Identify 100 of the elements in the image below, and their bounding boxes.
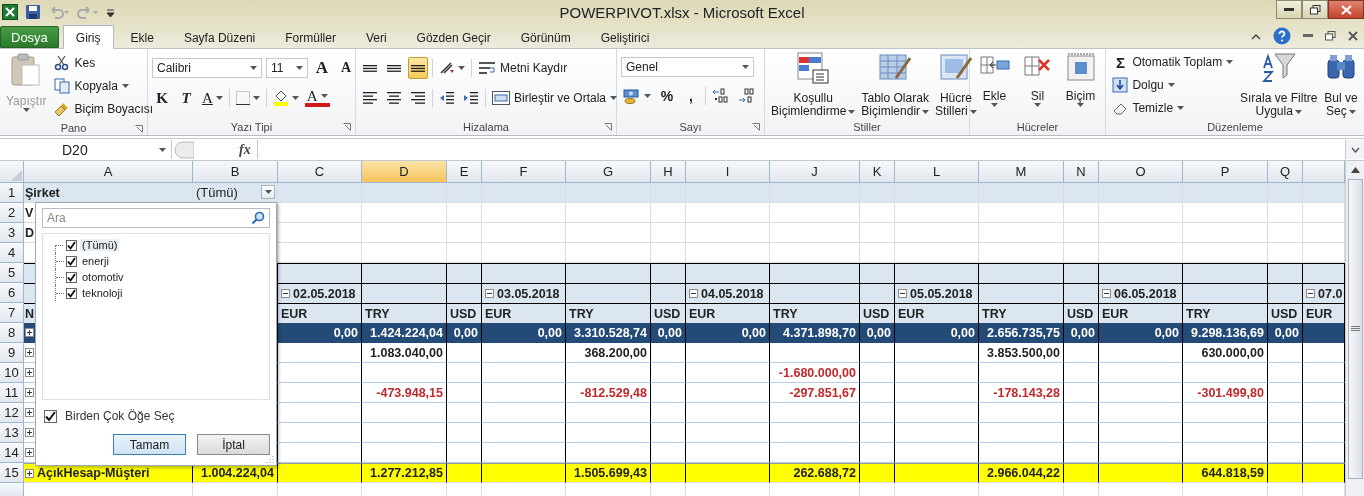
customize-toolbar-icon[interactable] <box>106 6 115 18</box>
row-header[interactable]: 5 <box>0 263 24 283</box>
dialog-launcher-icon[interactable] <box>135 125 143 133</box>
column-header[interactable]: A <box>24 161 193 183</box>
checkbox[interactable] <box>44 409 57 423</box>
column-header[interactable]: K <box>860 161 895 183</box>
format-as-table-button[interactable]: Tablo Olarak Biçimlendir <box>859 51 932 119</box>
collapse-icon[interactable] <box>1102 289 1111 298</box>
expand-icon[interactable] <box>25 408 34 417</box>
checkbox[interactable] <box>66 255 77 267</box>
sort-filter-button[interactable]: Sırala ve Filtre Uygula <box>1238 51 1320 119</box>
font-family-field[interactable]: Calibri <box>152 58 262 78</box>
scrollbar[interactable] <box>1345 161 1364 496</box>
file-tab[interactable]: Dosya <box>0 26 59 48</box>
ribbon-tab[interactable]: Gözden Geçir <box>403 26 504 48</box>
row-header[interactable]: 13 <box>0 423 24 443</box>
scroll-up-icon[interactable] <box>1350 167 1360 173</box>
row-header[interactable]: 1 <box>0 183 24 203</box>
column-header[interactable]: H <box>651 161 686 183</box>
excel-icon[interactable] <box>2 4 18 20</box>
vertical-align-button[interactable] <box>408 57 428 79</box>
list-item[interactable]: otomotiv <box>80 271 126 283</box>
row-header[interactable]: 2 <box>0 203 24 223</box>
clear-button[interactable]: Temizle <box>1110 97 1236 119</box>
shrink-font-button[interactable]: A <box>336 57 356 79</box>
column-header[interactable]: C <box>278 161 362 183</box>
resize-grip-icon[interactable] <box>266 455 274 463</box>
row-header[interactable]: 14 <box>0 443 24 463</box>
row-header[interactable]: 15 <box>0 463 24 483</box>
ribbon-tab[interactable]: Giriş <box>62 25 114 49</box>
list-item[interactable]: (Tümü) <box>80 239 120 251</box>
percent-button[interactable]: % <box>657 85 677 107</box>
grow-font-button[interactable]: A <box>312 57 332 79</box>
merge-center-button[interactable]: Birleştir ve Ortala <box>490 87 620 109</box>
save-icon[interactable] <box>25 4 41 20</box>
column-header[interactable]: P <box>1183 161 1268 183</box>
row-header[interactable]: 12 <box>0 403 24 423</box>
autosum-button[interactable]: Σ Otomatik Toplam <box>1110 51 1236 73</box>
ribbon-tab[interactable]: Formüller <box>272 26 349 48</box>
conditional-formatting-button[interactable]: Koşullu Biçimlendirme <box>769 51 858 119</box>
filter-dropdown-button[interactable] <box>261 185 275 199</box>
close-icon[interactable] <box>1348 31 1358 41</box>
checkbox[interactable] <box>66 287 77 299</box>
ribbon-tab[interactable]: Sayfa Düzeni <box>170 26 269 48</box>
ribbon-tab[interactable]: Veri <box>352 26 400 48</box>
column-header[interactable]: M <box>979 161 1064 183</box>
column-header[interactable]: N <box>1064 161 1099 183</box>
collapse-icon[interactable] <box>689 289 698 298</box>
row-header[interactable]: 10 <box>0 363 24 383</box>
expand-formula-button[interactable] <box>1345 140 1364 159</box>
font-color-button[interactable]: A <box>304 89 330 107</box>
expand-icon[interactable] <box>25 328 34 337</box>
number-format-field[interactable]: Genel <box>621 57 754 77</box>
checkbox[interactable] <box>66 271 77 283</box>
row-header[interactable]: 9 <box>0 343 24 363</box>
format-cells-button[interactable]: Biçim <box>1060 51 1101 108</box>
font-size-field[interactable]: 11 <box>266 58 308 78</box>
expand-icon[interactable] <box>25 368 34 377</box>
search-field[interactable]: Ara <box>42 208 270 228</box>
column-header[interactable]: F <box>482 161 566 183</box>
expand-icon[interactable] <box>25 468 34 478</box>
dialog-launcher-icon[interactable] <box>752 123 760 131</box>
minimize-icon[interactable] <box>1303 34 1313 38</box>
find-select-button[interactable]: Bul ve Seç <box>1322 51 1360 119</box>
ribbon-tab[interactable]: Görünüm <box>507 26 584 48</box>
restore-button[interactable] <box>1302 0 1328 19</box>
delete-cells-button[interactable]: Sil <box>1017 51 1058 108</box>
column-header[interactable]: J <box>770 161 860 183</box>
restore-icon[interactable] <box>1325 31 1336 41</box>
ribbon-tab[interactable]: Geliştirici <box>587 26 663 48</box>
row-header[interactable]: 6 <box>0 283 24 303</box>
column-header[interactable]: G <box>566 161 651 183</box>
expand-icon[interactable] <box>25 428 34 437</box>
collapse-icon[interactable] <box>898 289 907 298</box>
column-header[interactable]: Q <box>1268 161 1303 183</box>
collapse-icon[interactable] <box>1306 289 1315 298</box>
help-icon[interactable] <box>1273 27 1291 45</box>
column-header[interactable]: D <box>362 161 447 183</box>
row-header[interactable]: 8 <box>0 323 24 343</box>
dialog-launcher-icon[interactable] <box>343 123 351 131</box>
thousands-button[interactable]: , <box>681 85 701 107</box>
row-header[interactable]: 11 <box>0 383 24 403</box>
underline-button[interactable]: A <box>200 87 225 109</box>
italic-button[interactable]: T <box>176 87 196 109</box>
row-header[interactable]: 3 <box>0 223 24 243</box>
column-header[interactable]: L <box>895 161 979 183</box>
collapse-icon[interactable] <box>281 289 290 298</box>
list-item[interactable]: enerji <box>80 255 111 267</box>
column-header[interactable]: E <box>447 161 482 183</box>
expand-icon[interactable] <box>25 448 34 457</box>
wrap-text-button[interactable]: Metni Kaydır <box>476 57 570 79</box>
dialog-launcher-icon[interactable] <box>604 123 612 131</box>
ok-button[interactable]: Tamam <box>113 434 186 455</box>
row-header[interactable]: 7 <box>0 303 24 323</box>
checkbox[interactable] <box>66 239 77 251</box>
column-header[interactable]: O <box>1099 161 1183 183</box>
row-header[interactable]: 4 <box>0 243 24 263</box>
collapse-ribbon-icon[interactable] <box>1251 32 1261 40</box>
splitter-handle-icon[interactable] <box>172 140 194 159</box>
expand-icon[interactable] <box>25 388 34 397</box>
